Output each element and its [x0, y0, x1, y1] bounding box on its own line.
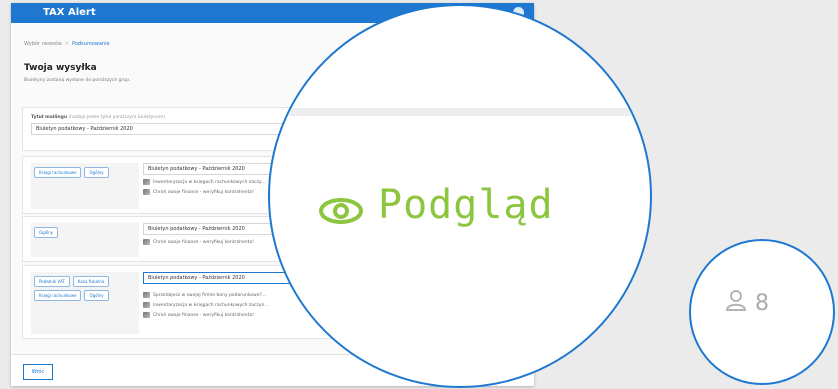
breadcrumb-step-summary: Podsumowanie — [71, 41, 110, 47]
breadcrumb: Wybór newsów > Podsumowanie — [24, 41, 110, 47]
app-title: TAX Alert — [43, 7, 96, 18]
tag[interactable]: Księgi rachunkowe — [34, 167, 82, 178]
tag[interactable]: Ogólny — [84, 290, 109, 301]
user-icon — [725, 289, 747, 317]
preview-label: Podgląd — [378, 182, 554, 228]
zoom-lens-recipients: 8 — [689, 239, 835, 385]
zoom-lens-preview: Podgląd — [268, 4, 652, 388]
tag[interactable]: Ogólny — [34, 227, 59, 238]
group-tags: Księgi rachunkowe Ogólny — [31, 163, 139, 209]
group-tags: Podatnik VAT Kasa fiskalna Księgi rachun… — [31, 272, 139, 334]
recipients-count: 8 — [725, 289, 769, 317]
page-subtitle: Biuletyny zostaną wysłane do poniższych … — [24, 78, 131, 83]
article-thumbnail — [143, 312, 150, 318]
article-thumbnail — [143, 239, 150, 245]
back-button[interactable]: Wróć — [23, 364, 53, 380]
article-thumbnail — [143, 292, 150, 298]
mailing-title-hint: (nadaje jeden tytuł poniższym biuletynom… — [68, 115, 165, 120]
breadcrumb-step-news[interactable]: Wybór newsów — [24, 41, 62, 47]
eye-icon — [318, 190, 364, 224]
tag[interactable]: Podatnik VAT — [34, 276, 70, 287]
tag[interactable]: Ogólny — [84, 167, 109, 178]
breadcrumb-separator: > — [64, 41, 69, 47]
article-thumbnail — [143, 189, 150, 195]
recipients-count-value: 8 — [755, 290, 769, 316]
zoom-header-stripe — [270, 108, 650, 116]
group-tags: Ogólny — [31, 223, 139, 257]
preview-button[interactable]: Podgląd — [318, 182, 554, 228]
article-thumbnail — [143, 179, 150, 185]
tag[interactable]: Księgi rachunkowe — [34, 290, 82, 301]
article-thumbnail — [143, 302, 150, 308]
tag[interactable]: Kasa fiskalna — [72, 276, 110, 287]
bulletin-title-input[interactable]: Biuletyn podatkowy - Październik 2020 — [143, 272, 293, 284]
page-title: Twoja wysyłka — [24, 63, 97, 73]
